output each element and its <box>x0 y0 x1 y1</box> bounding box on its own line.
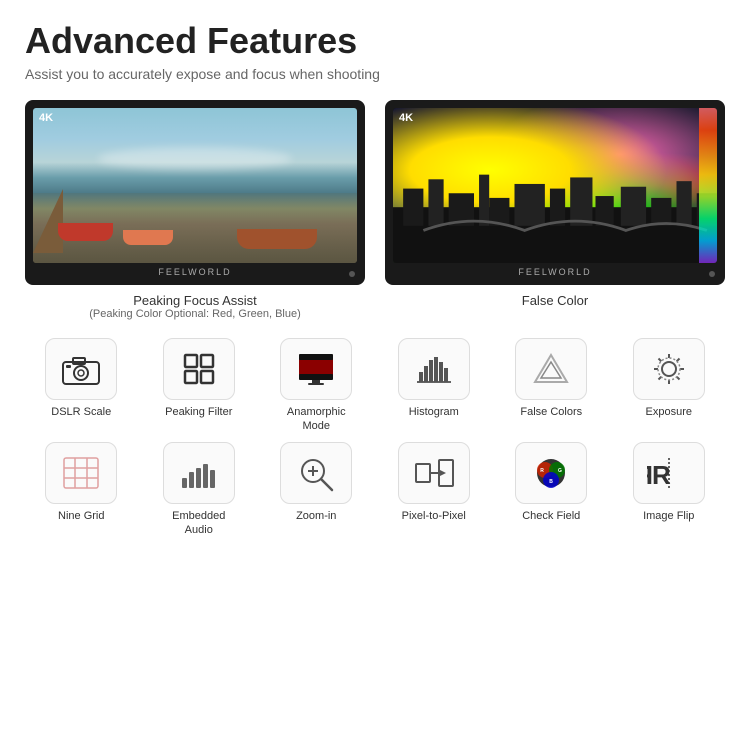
nine-grid-icon <box>59 454 103 492</box>
monitors-row: 4K FEELWORLD Peaking Focus Assist (Peaki… <box>25 100 725 320</box>
check-field-item: R G B Check Field <box>495 442 608 538</box>
zoom-in-label: Zoom-in <box>296 509 336 523</box>
dslr-scale-label: DSLR Scale <box>51 405 111 419</box>
monitor1-brand: FEELWORLD <box>33 267 357 277</box>
check-field-label: Check Field <box>522 509 580 523</box>
image-flip-label: Image Flip <box>643 509 694 523</box>
embedded-audio-item: Embedded Audio <box>143 442 256 538</box>
svg-text:G: G <box>558 468 562 474</box>
monitor1-dot <box>349 271 355 277</box>
pixel-to-pixel-icon <box>412 454 456 492</box>
exposure-item: Exposure <box>613 338 726 434</box>
monitor2-4k-label: 4K <box>399 112 413 124</box>
sky-mist <box>98 147 292 170</box>
false-colors-item: False Colors <box>495 338 608 434</box>
peaking-filter-icon <box>177 350 221 388</box>
check-field-icon: R G B <box>529 454 573 492</box>
boat3 <box>237 229 317 249</box>
embedded-audio-label: Embedded Audio <box>172 509 225 538</box>
icons-row-2: Nine Grid Embedded Audio <box>25 442 725 538</box>
anamorphic-mode-icon <box>294 350 338 388</box>
icons-row-1: DSLR Scale Peaking Filter <box>25 338 725 434</box>
dslr-scale-item: DSLR Scale <box>25 338 138 434</box>
check-field-box: R G B <box>515 442 587 504</box>
icons-section: DSLR Scale Peaking Filter <box>25 338 725 537</box>
image-flip-icon: R R <box>647 454 691 492</box>
histogram-box <box>398 338 470 400</box>
pixel-to-pixel-item: Pixel-to-Pixel <box>378 442 491 538</box>
exposure-label: Exposure <box>646 405 692 419</box>
color-scale-bar <box>699 108 717 263</box>
false-color-monitor: 4K FEELWORLD <box>385 100 725 285</box>
histogram-label: Histogram <box>409 405 459 419</box>
city-silhouette <box>393 170 717 263</box>
dslr-scale-box <box>45 338 117 400</box>
boat1 <box>58 223 113 241</box>
anamorphic-mode-label: Anamorphic Mode <box>287 405 346 434</box>
monitor1-caption: Peaking Focus Assist (Peaking Color Opti… <box>89 293 301 320</box>
page-title: Advanced Features <box>25 20 725 62</box>
embedded-audio-box <box>163 442 235 504</box>
image-flip-box: R R <box>633 442 705 504</box>
false-color-screen: 4K <box>393 108 717 263</box>
monitor2-caption: False Color <box>522 293 588 308</box>
svg-text:R: R <box>540 468 544 474</box>
pixel-to-pixel-label: Pixel-to-Pixel <box>402 509 466 523</box>
page-subtitle: Assist you to accurately expose and focu… <box>25 66 725 82</box>
pixel-to-pixel-box <box>398 442 470 504</box>
exposure-icon <box>647 350 691 388</box>
peaking-filter-box <box>163 338 235 400</box>
dslr-scale-icon <box>59 350 103 388</box>
exposure-box <box>633 338 705 400</box>
histogram-item: Histogram <box>378 338 491 434</box>
page: Advanced Features Assist you to accurate… <box>0 0 750 750</box>
natural-monitor: 4K FEELWORLD <box>25 100 365 285</box>
zoom-in-item: Zoom-in <box>260 442 373 538</box>
svg-text:R: R <box>652 460 671 490</box>
monitor2-brand: FEELWORLD <box>393 267 717 277</box>
nine-grid-label: Nine Grid <box>58 509 104 523</box>
image-flip-item: R R Image Flip <box>613 442 726 538</box>
anamorphic-mode-box <box>280 338 352 400</box>
natural-monitor-container: 4K FEELWORLD Peaking Focus Assist (Peaki… <box>25 100 365 320</box>
svg-text:B: B <box>549 479 553 485</box>
peaking-filter-item: Peaking Filter <box>143 338 256 434</box>
monitor1-4k-label: 4K <box>39 112 53 124</box>
anamorphic-mode-item: Anamorphic Mode <box>260 338 373 434</box>
false-color-monitor-container: 4K FEELWORLD False Color <box>385 100 725 320</box>
embedded-audio-icon <box>177 454 221 492</box>
false-colors-box <box>515 338 587 400</box>
svg-text:R: R <box>647 460 653 490</box>
monitor2-dot <box>709 271 715 277</box>
nine-grid-box <box>45 442 117 504</box>
peaking-filter-label: Peaking Filter <box>165 405 232 419</box>
histogram-icon <box>412 350 456 388</box>
false-colors-icon <box>529 350 573 388</box>
zoom-in-box <box>280 442 352 504</box>
false-color-bg <box>393 108 717 263</box>
natural-screen: 4K <box>33 108 357 263</box>
boat2 <box>123 230 173 245</box>
nine-grid-item: Nine Grid <box>25 442 138 538</box>
zoom-in-icon <box>294 454 338 492</box>
false-colors-label: False Colors <box>520 405 582 419</box>
